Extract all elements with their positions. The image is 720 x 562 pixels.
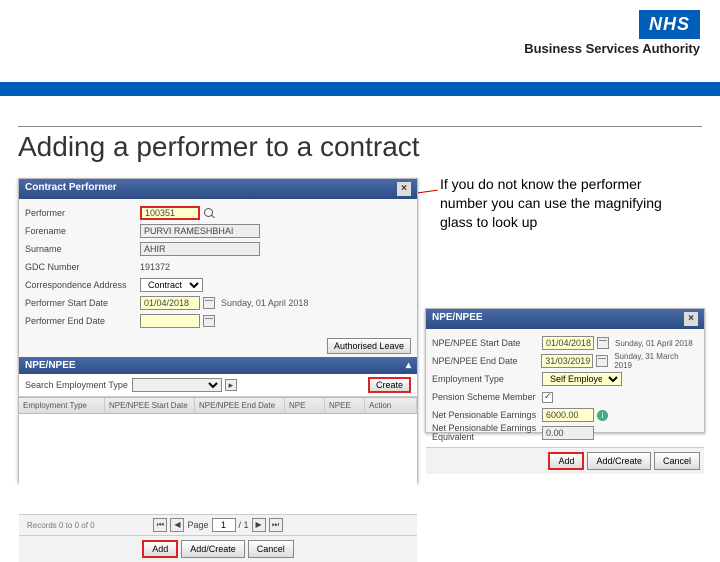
cancel-button[interactable]: Cancel	[248, 540, 294, 558]
npe-section-title: NPE/NPEE ▴	[19, 357, 417, 374]
corr-select[interactable]: Contract	[140, 278, 203, 292]
npee-label: Net Pensionable Earnings Equivalent	[432, 424, 542, 442]
slide-header: NHS Business Services Authority	[0, 0, 720, 80]
close-icon[interactable]: ×	[397, 182, 411, 196]
npe-start-display: Sunday, 01 April 2018	[615, 339, 693, 348]
calendar-icon[interactable]	[597, 337, 609, 349]
calendar-icon[interactable]	[596, 355, 608, 367]
create-button[interactable]: Create	[368, 377, 411, 393]
addcreate-button[interactable]: Add/Create	[587, 452, 651, 470]
nhs-logo: NHS	[639, 10, 700, 39]
search-label: Search Employment Type	[25, 380, 128, 390]
npe-field[interactable]: 6000.00	[542, 408, 594, 422]
performer-field[interactable]: 100351	[140, 206, 200, 220]
col-end: NPE/NPEE End Date	[195, 398, 285, 413]
gdc-label: GDC Number	[25, 262, 140, 272]
cancel-button[interactable]: Cancel	[654, 452, 700, 470]
corr-label: Correspondence Address	[25, 280, 140, 290]
close-icon[interactable]: ×	[684, 312, 698, 326]
end-label: Performer End Date	[25, 316, 140, 326]
dialog-titlebar: NPE/NPEE ×	[426, 309, 704, 329]
psm-label: Pension Scheme Member	[432, 392, 542, 402]
surname-label: Surname	[25, 244, 140, 254]
end-field[interactable]	[140, 314, 200, 328]
addcreate-button[interactable]: Add/Create	[181, 540, 245, 558]
gdc-value: 191372	[140, 262, 170, 272]
col-npe: NPE	[285, 398, 325, 413]
forename-label: Forename	[25, 226, 140, 236]
surname-field: AHIR	[140, 242, 260, 256]
col-action: Action	[365, 398, 417, 413]
bsa-text: Business Services Authority	[524, 41, 700, 56]
slide-title: Adding a performer to a contract	[0, 131, 720, 163]
npee-field: 0.00	[542, 426, 594, 440]
divider-line	[18, 126, 702, 127]
add-button[interactable]: Add	[142, 540, 178, 558]
records-text: Records 0 to 0 of 0	[27, 521, 95, 530]
page-input[interactable]	[212, 518, 236, 532]
add-button[interactable]: Add	[548, 452, 584, 470]
start-label: Performer Start Date	[25, 298, 140, 308]
npe-end-field[interactable]: 31/03/2019	[541, 354, 593, 368]
start-field[interactable]: 01/04/2018	[140, 296, 200, 310]
col-start: NPE/NPEE Start Date	[105, 398, 195, 413]
next-page-icon[interactable]: ▶	[252, 518, 266, 532]
dialog-footer: Add Add/Create Cancel	[426, 447, 704, 474]
npe-start-field[interactable]: 01/04/2018	[542, 336, 594, 350]
grid-footer: Records 0 to 0 of 0 ⏮ ◀ Page / 1 ▶ ⏭	[19, 514, 417, 535]
npe-label: Net Pensionable Earnings	[432, 410, 542, 420]
psm-checkbox[interactable]	[542, 392, 553, 403]
info-callout: If you do not know the performer number …	[440, 175, 690, 232]
logo-area: NHS Business Services Authority	[524, 10, 700, 56]
npe-end-label: NPE/NPEE End Date	[432, 356, 541, 366]
emp-type-select[interactable]: Self Employed	[542, 372, 622, 386]
go-icon[interactable]: ▸	[225, 379, 237, 391]
calendar-icon[interactable]	[203, 297, 215, 309]
npe-end-display: Sunday, 31 March 2019	[614, 352, 698, 370]
search-bar: Search Employment Type ▸ Create	[19, 374, 417, 397]
page-label: Page	[187, 520, 208, 530]
dialog-title-text: NPE/NPEE	[432, 312, 483, 326]
npe-dialog: NPE/NPEE × NPE/NPEE Start Date 01/04/201…	[425, 308, 705, 433]
authorised-leave-button[interactable]: Authorised Leave	[327, 338, 411, 354]
prev-page-icon[interactable]: ◀	[170, 518, 184, 532]
page-of: / 1	[239, 520, 249, 530]
dialog-titlebar: Contract Performer ×	[19, 179, 417, 199]
col-npee: NPEE	[325, 398, 365, 413]
first-page-icon[interactable]: ⏮	[153, 518, 167, 532]
magnify-icon[interactable]	[203, 207, 215, 219]
blue-band	[0, 82, 720, 96]
npe-start-label: NPE/NPEE Start Date	[432, 338, 542, 348]
performer-label: Performer	[25, 208, 140, 218]
npe-title-text: NPE/NPEE	[25, 360, 76, 371]
chevron-up-icon[interactable]: ▴	[406, 360, 411, 371]
emp-type-select[interactable]	[132, 378, 222, 392]
dialog-footer: Add Add/Create Cancel	[19, 535, 417, 562]
start-display: Sunday, 01 April 2018	[221, 298, 308, 308]
dialog-title-text: Contract Performer	[25, 182, 117, 196]
forename-field: PURVI RAMESHBHAI	[140, 224, 260, 238]
col-emp-type: Employment Type	[19, 398, 105, 413]
last-page-icon[interactable]: ⏭	[269, 518, 283, 532]
calendar-icon[interactable]	[203, 315, 215, 327]
contract-performer-dialog: Contract Performer × Performer 100351 Fo…	[18, 178, 418, 483]
grid-header: Employment Type NPE/NPEE Start Date NPE/…	[19, 397, 417, 414]
emp-type-label: Employment Type	[432, 374, 542, 384]
info-icon[interactable]: i	[597, 410, 608, 421]
grid-body	[19, 414, 417, 514]
